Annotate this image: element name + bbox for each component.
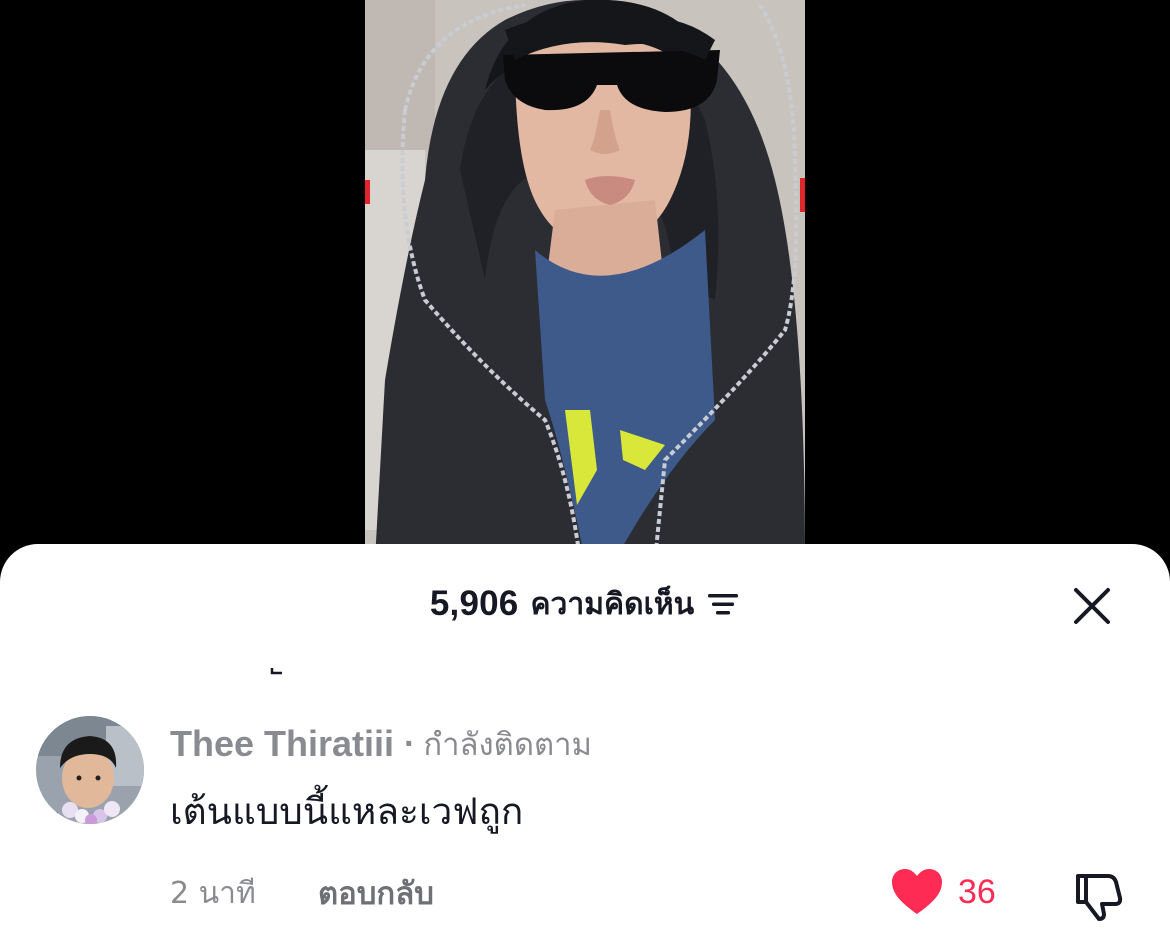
comment-time: 2 นาที [170,876,256,911]
filter-icon[interactable] [706,589,740,619]
like-button[interactable]: 36 [890,866,996,918]
heart-icon [892,869,942,914]
video-edge-accent-left [365,180,370,204]
video-frame-image [365,0,805,560]
comments-sheet: 5,906 ความคิดเห็น Thee Thiratiii · กำลัง… [0,544,1170,940]
close-button[interactable] [1070,584,1114,628]
comment-count-label: ความคิดเห็น [530,586,695,622]
video-edge-accent [800,178,805,212]
comments-header: 5,906 ความคิดเห็น [0,578,1170,630]
commenter-avatar[interactable] [36,716,144,824]
scroll-remnant [270,660,284,675]
screen: 5,906 ความคิดเห็น Thee Thiratiii · กำลัง… [0,0,1170,940]
follow-status: กำลังติดตาม [423,727,592,763]
reply-button[interactable]: ตอบกลับ [318,868,434,918]
comment-username[interactable]: Thee Thiratiii [170,723,394,765]
comment-count: 5,906 [429,584,519,623]
thumbs-down-icon [1076,874,1123,921]
close-icon [1074,588,1110,624]
video-player[interactable] [365,0,805,560]
dislike-button[interactable] [1070,866,1126,922]
meta-separator: · [404,724,416,763]
comment-text: เต้นแบบนี้แหละเวฟถูก [170,790,524,833]
comment-meta: Thee Thiratiii · กำลังติดตาม [170,722,592,766]
like-count: 36 [958,872,996,911]
